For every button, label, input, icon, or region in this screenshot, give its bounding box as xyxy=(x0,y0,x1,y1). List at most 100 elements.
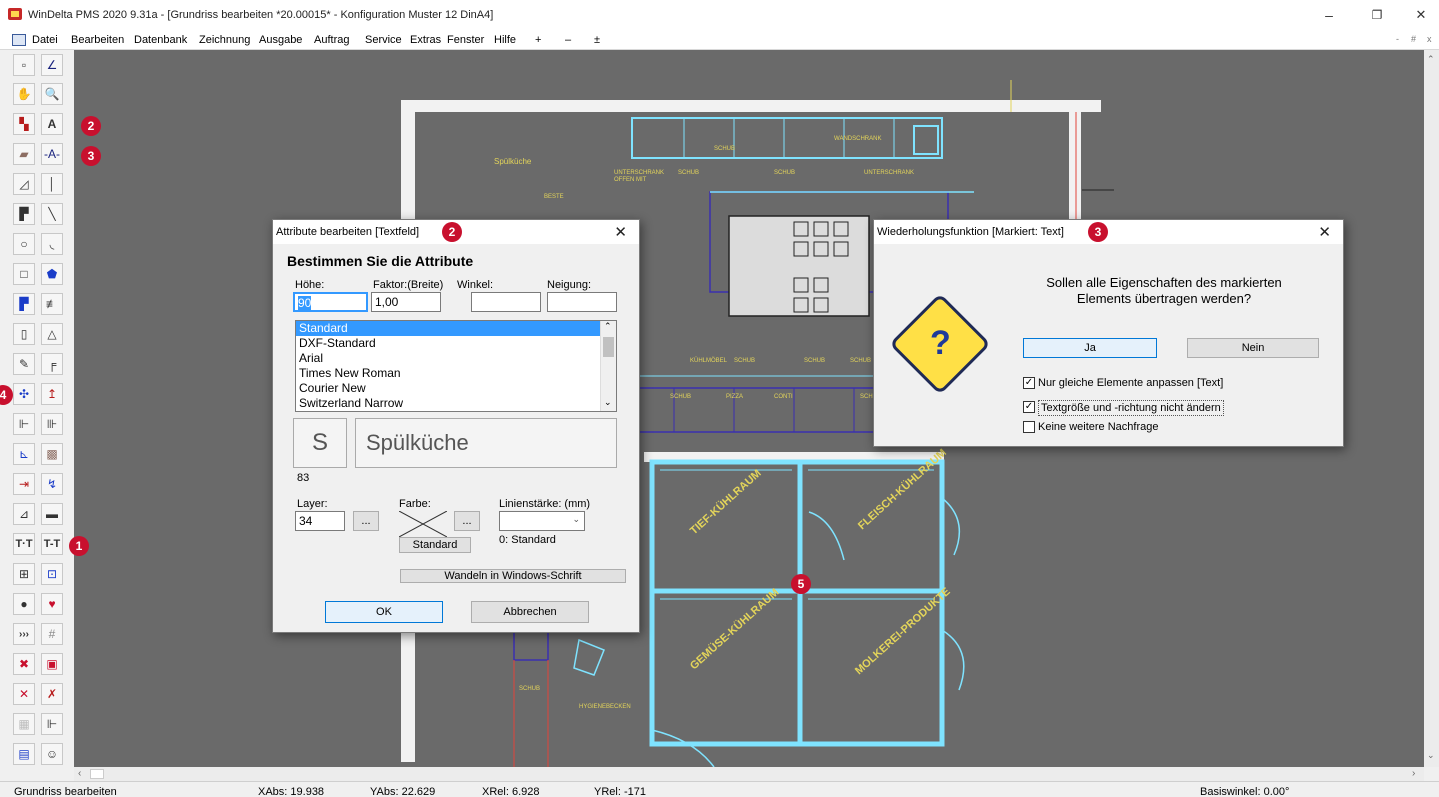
arrows-icon[interactable]: ››› xyxy=(13,623,35,645)
mdi-minimize-button[interactable]: - xyxy=(1396,34,1399,44)
zoom-icon[interactable]: 🔍 xyxy=(41,83,63,105)
parallel-line-icon[interactable]: ╒ xyxy=(41,353,63,375)
svg-text:HYGIENEBECKEN: HYGIENEBECKEN xyxy=(579,704,631,710)
winkel-input[interactable] xyxy=(471,292,541,312)
layer-input[interactable]: 34 xyxy=(295,511,345,531)
font-listbox[interactable]: Standard DXF-Standard Arial Times New Ro… xyxy=(295,320,617,412)
ja-button[interactable]: Ja xyxy=(1023,338,1157,358)
color-browse-button[interactable]: ... xyxy=(454,511,480,531)
menu-extras[interactable]: Extras xyxy=(410,34,441,46)
arc-icon[interactable]: ◟ xyxy=(41,233,63,255)
diagonal-line-icon[interactable]: ╲ xyxy=(41,203,63,225)
select-window-icon[interactable]: ▫ xyxy=(13,54,35,76)
menu-bearbeiten[interactable]: Bearbeiten xyxy=(71,34,124,46)
arrow-up-icon[interactable]: ↥ xyxy=(41,383,63,405)
angle-icon[interactable]: ⊿ xyxy=(13,503,35,525)
repeat-dialog-close-icon[interactable]: ✕ xyxy=(1318,223,1331,241)
farbe-standard-button[interactable]: Standard xyxy=(399,537,471,553)
wall-corner-icon[interactable]: ▛ xyxy=(13,203,35,225)
triangle-icon[interactable]: △ xyxy=(41,323,63,345)
delete-group-icon[interactable]: ✖ xyxy=(13,653,35,675)
mdi-close-button[interactable]: x xyxy=(1427,34,1432,44)
font-list-item[interactable]: Times New Roman xyxy=(296,366,616,381)
mirror-icon[interactable]: ⇥ xyxy=(13,473,35,495)
nein-button[interactable]: Nein xyxy=(1187,338,1319,358)
menu-hilfe[interactable]: Hilfe xyxy=(494,34,516,46)
menu-service[interactable]: Service xyxy=(365,34,402,46)
menu-zeichnung[interactable]: Zeichnung xyxy=(199,34,250,46)
restore-button[interactable]: ❐ xyxy=(1355,4,1399,26)
menu-datenbank[interactable]: Datenbank xyxy=(134,34,187,46)
linienstaerke-select[interactable]: ⌄ xyxy=(499,511,585,531)
axis-icon[interactable]: ⊾ xyxy=(13,443,35,465)
draw-line-icon[interactable]: ∠ xyxy=(41,54,63,76)
attribute-dialog-close-icon[interactable]: ✕ xyxy=(614,223,627,241)
font-list-item[interactable]: Standard xyxy=(296,321,616,336)
smiley-icon[interactable]: ☺ xyxy=(41,743,63,765)
font-list-item[interactable]: Switzerland Narrow xyxy=(296,396,616,411)
font-list-item[interactable]: Arial xyxy=(296,351,616,366)
ok-button[interactable]: OK xyxy=(325,601,443,623)
calculator-icon[interactable]: ▤ xyxy=(13,743,35,765)
frame-icon[interactable]: ⊩ xyxy=(41,713,63,735)
menu-plus[interactable]: + xyxy=(535,34,541,46)
dimension-chain-icon[interactable]: ⊪ xyxy=(41,413,63,435)
font-list-item[interactable]: Courier New xyxy=(296,381,616,396)
scale-bar-icon[interactable]: ▬ xyxy=(41,503,63,525)
column-icon[interactable]: ▯ xyxy=(13,323,35,345)
menu-plusminus[interactable]: ± xyxy=(594,34,600,46)
cross-icon[interactable]: ✕ xyxy=(13,683,35,705)
textgroesse-checkbox[interactable]: ✓ xyxy=(1023,401,1035,413)
pan-hand-icon[interactable]: ✋ xyxy=(13,83,35,105)
wandeln-button[interactable]: Wandeln in Windows-Schrift xyxy=(400,569,626,583)
font-list-item[interactable]: DXF-Standard xyxy=(296,336,616,351)
keine-nachfrage-checkbox[interactable] xyxy=(1023,421,1035,433)
vertical-line-icon[interactable]: │ xyxy=(41,173,63,195)
menu-ausgabe[interactable]: Ausgabe xyxy=(259,34,302,46)
text-repeat-icon[interactable]: T-T xyxy=(41,533,63,555)
menu-minus[interactable]: – xyxy=(565,34,571,46)
font-list-scrollbar[interactable]: ⌃ ⌄ xyxy=(600,321,616,411)
fill-polygon-icon[interactable]: ⬟ xyxy=(41,263,63,285)
strike-text-icon[interactable]: -A- xyxy=(41,143,63,165)
vertical-scrollbar[interactable]: ⌃ ⌄ xyxy=(1424,50,1439,767)
mdi-restore-button[interactable]: # xyxy=(1411,34,1416,44)
circle-icon[interactable]: ○ xyxy=(13,233,35,255)
menu-auftrag[interactable]: Auftrag xyxy=(314,34,349,46)
move-icon[interactable]: ✣ xyxy=(13,383,35,405)
object-icon[interactable]: ▩ xyxy=(41,443,63,465)
hoehe-input[interactable]: 90 xyxy=(293,292,368,312)
horizontal-scrollbar[interactable]: ‹ › xyxy=(74,767,1424,781)
pen-icon[interactable]: ✎ xyxy=(13,353,35,375)
wall-icon[interactable]: ▛ xyxy=(13,293,35,315)
status-yabs: YAbs: 22.629 xyxy=(370,786,436,797)
delete-block-icon[interactable]: ▣ xyxy=(41,653,63,675)
triangle-outline-icon[interactable]: ◿ xyxy=(13,173,35,195)
grid-icon[interactable]: # xyxy=(41,623,63,645)
abbrechen-button[interactable]: Abbrechen xyxy=(471,601,589,623)
document-icon[interactable] xyxy=(12,34,26,46)
menu-datei[interactable]: Datei xyxy=(32,34,58,46)
neigung-input[interactable] xyxy=(547,292,617,312)
dimension-icon[interactable]: ⊩ xyxy=(13,413,35,435)
color-swatch[interactable] xyxy=(398,510,448,538)
eraser-icon[interactable]: ▰ xyxy=(13,143,35,165)
nur-gleiche-checkbox[interactable]: ✓ xyxy=(1023,377,1035,389)
minimize-button[interactable]: – xyxy=(1307,4,1351,26)
svg-text:WANDSCHRANK: WANDSCHRANK xyxy=(834,136,881,142)
hatch-icon[interactable]: ≢ xyxy=(41,293,63,315)
menu-fenster[interactable]: Fenster xyxy=(447,34,484,46)
text-replace-icon[interactable]: T·T xyxy=(13,533,35,555)
text-attribute-icon[interactable]: A xyxy=(41,113,63,135)
rectangle-icon[interactable]: □ xyxy=(13,263,35,285)
layer-browse-button[interactable]: ... xyxy=(353,511,379,531)
rotate-icon[interactable]: ↯ xyxy=(41,473,63,495)
heart-icon[interactable]: ♥ xyxy=(41,593,63,615)
edit-element-icon[interactable]: ▚ xyxy=(13,113,35,135)
table-icon[interactable]: ⊞ xyxy=(13,563,35,585)
close-button[interactable]: ✕ xyxy=(1399,4,1439,26)
bomb-icon[interactable]: ● xyxy=(13,593,35,615)
faktor-input[interactable]: 1,00 xyxy=(371,292,441,312)
cross-bold-icon[interactable]: ✗ xyxy=(41,683,63,705)
table-edit-icon[interactable]: ⊡ xyxy=(41,563,63,585)
